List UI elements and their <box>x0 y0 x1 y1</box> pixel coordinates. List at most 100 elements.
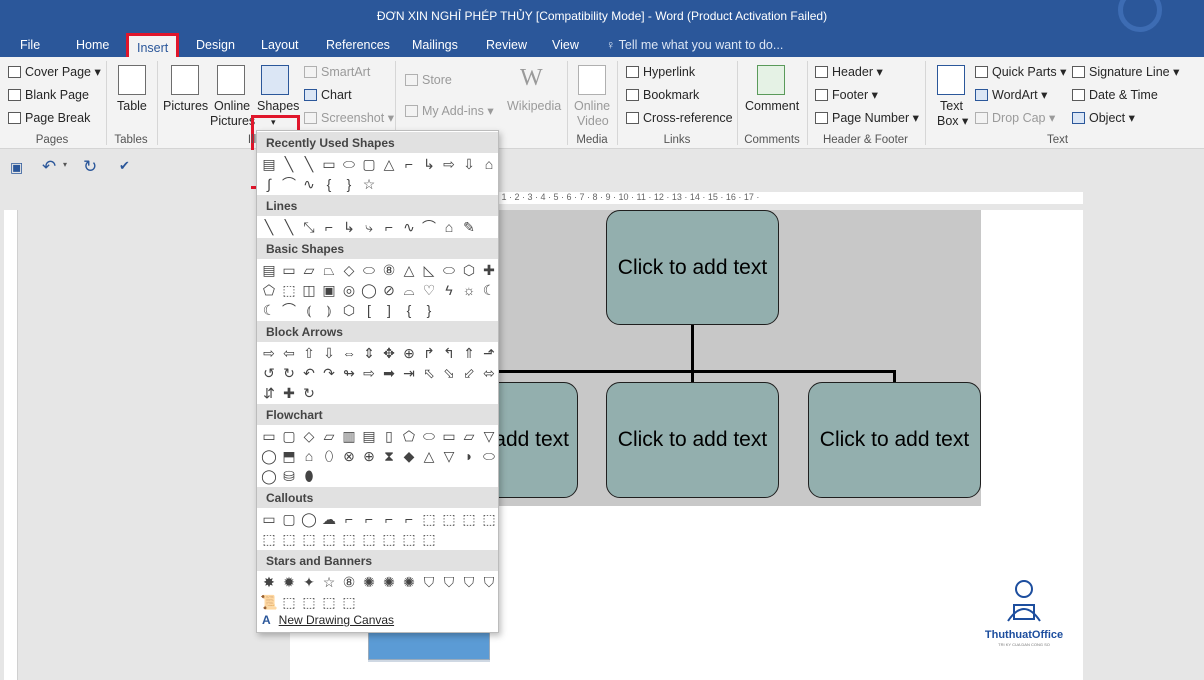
shape-icon[interactable]: ✺ <box>399 572 419 592</box>
shape-icon[interactable]: ⌐ <box>379 217 399 237</box>
shape-icon[interactable]: ⌐ <box>339 509 359 529</box>
shape-icon[interactable]: ↳ <box>339 217 359 237</box>
shape-icon[interactable]: ↳ <box>419 154 439 174</box>
shape-icon[interactable]: ⬡ <box>339 300 359 320</box>
shape-icon[interactable]: ◫ <box>299 280 319 300</box>
shape-icon[interactable]: { <box>399 300 419 320</box>
shape-icon[interactable]: ✦ <box>299 572 319 592</box>
shape-icon[interactable]: ◺ <box>419 260 439 280</box>
cross-reference-button[interactable]: Cross-reference <box>626 111 733 125</box>
shape-icon[interactable]: ▽ <box>439 446 459 466</box>
tab-design[interactable]: Design <box>196 38 235 52</box>
shape-icon[interactable]: 📜 <box>259 592 279 612</box>
shape-icon[interactable]: ⇧ <box>299 343 319 363</box>
shape-icon[interactable]: ⇵ <box>259 383 279 403</box>
redo-icon[interactable]: ↻ <box>83 157 97 177</box>
shape-icon[interactable]: ⬭ <box>479 446 499 466</box>
wikipedia-button[interactable]: Wikipedia <box>507 99 561 113</box>
footer-button[interactable]: Footer ▾ <box>815 88 878 102</box>
shape-icon[interactable]: △ <box>379 154 399 174</box>
shape-icon[interactable]: ↷ <box>319 363 339 383</box>
shape-icon[interactable]: ⬚ <box>259 529 279 549</box>
shape-icon[interactable]: } <box>419 300 439 320</box>
shape-icon[interactable]: ↬ <box>339 363 359 383</box>
shape-icon[interactable]: ✚ <box>279 383 299 403</box>
shape-icon[interactable]: ⬚ <box>279 529 299 549</box>
shape-icon[interactable]: ⬚ <box>339 529 359 549</box>
shape-icon[interactable]: [ <box>359 300 379 320</box>
shape-icon[interactable]: ▽ <box>479 426 499 446</box>
pictures-button[interactable]: Pictures <box>163 99 208 113</box>
shape-icon[interactable]: ◗ <box>459 446 479 466</box>
shape-icon[interactable]: ⇩ <box>459 154 479 174</box>
shape-icon[interactable]: ⌐ <box>399 154 419 174</box>
shape-icon[interactable]: ✺ <box>359 572 379 592</box>
smartart-button[interactable]: SmartArt <box>304 65 370 79</box>
shape-icon[interactable]: ⬏ <box>479 343 499 363</box>
shape-icon[interactable]: △ <box>419 446 439 466</box>
shape-icon[interactable]: ⧗ <box>379 446 399 466</box>
shape-icon[interactable]: ▤ <box>259 260 279 280</box>
shape-icon[interactable]: ⦆ <box>319 300 339 320</box>
shape-icon[interactable]: ▭ <box>259 509 279 529</box>
shape-icon[interactable]: ⛉ <box>439 572 459 592</box>
hyperlink-button[interactable]: Hyperlink <box>626 65 695 79</box>
shape-icon[interactable]: ▣ <box>319 280 339 300</box>
shape-icon[interactable]: ⬚ <box>339 592 359 612</box>
tab-layout[interactable]: Layout <box>261 38 299 52</box>
shape-icon[interactable]: ⇕ <box>359 343 379 363</box>
drop-cap-button[interactable]: Drop Cap ▾ <box>975 111 1055 125</box>
shape-icon[interactable]: ⬚ <box>399 529 419 549</box>
shape-icon[interactable]: ⬡ <box>459 260 479 280</box>
shape-icon[interactable]: ⬠ <box>259 280 279 300</box>
shape-icon[interactable]: ⬚ <box>479 509 499 529</box>
shape-icon[interactable]: ⛁ <box>279 466 299 486</box>
shape-icon[interactable]: ⌂ <box>299 446 319 466</box>
shape-icon[interactable]: ⬚ <box>439 509 459 529</box>
shape-icon[interactable]: ◇ <box>339 260 359 280</box>
shape-icon[interactable]: { <box>319 174 339 194</box>
tab-file[interactable]: File <box>20 38 40 52</box>
shape-icon[interactable]: ↱ <box>419 343 439 363</box>
shape-icon[interactable]: ⑧ <box>379 260 399 280</box>
shape-icon[interactable]: ▭ <box>279 260 299 280</box>
shape-icon[interactable]: ➡ <box>379 363 399 383</box>
shapes-button[interactable]: Shapes <box>257 99 299 113</box>
comment-button[interactable]: Comment <box>745 99 799 113</box>
shape-icon[interactable]: ◎ <box>339 280 359 300</box>
shape-icon[interactable]: ⇥ <box>399 363 419 383</box>
shape-icon[interactable]: ◯ <box>259 466 279 486</box>
shape-icon[interactable]: ✚ <box>479 260 499 280</box>
shape-icon[interactable]: ☁ <box>319 509 339 529</box>
shape-icon[interactable]: ⬭ <box>359 260 379 280</box>
online-video-line2[interactable]: Video <box>577 114 609 128</box>
shape-icon[interactable]: ⌐ <box>319 217 339 237</box>
shape-icon[interactable]: ╲ <box>279 154 299 174</box>
shape-icon[interactable]: ⌓ <box>399 280 419 300</box>
shape-icon[interactable]: ⊕ <box>399 343 419 363</box>
tab-review[interactable]: Review <box>486 38 527 52</box>
shape-icon[interactable]: ⇨ <box>259 343 279 363</box>
tell-me-box[interactable]: ♀ Tell me what you want to do... <box>606 38 783 52</box>
wordart-button[interactable]: WordArt ▾ <box>975 88 1047 102</box>
shape-icon[interactable]: ⌐ <box>399 509 419 529</box>
shape-icon[interactable]: ⏢ <box>319 260 339 280</box>
shape-icon[interactable]: ∿ <box>299 174 319 194</box>
shape-icon[interactable]: ⬚ <box>419 529 439 549</box>
header-button[interactable]: Header ▾ <box>815 65 883 79</box>
shape-icon[interactable]: ↻ <box>279 363 299 383</box>
shape-icon[interactable]: ⌐ <box>379 509 399 529</box>
shape-icon[interactable]: ⬠ <box>399 426 419 446</box>
shape-icon[interactable]: ▢ <box>279 426 299 446</box>
shape-icon[interactable]: ▭ <box>259 426 279 446</box>
shape-icon[interactable]: ▤ <box>359 426 379 446</box>
shape-icon[interactable]: ⬚ <box>419 509 439 529</box>
screenshot-button[interactable]: Screenshot ▾ <box>304 111 394 125</box>
shape-icon[interactable]: ⬭ <box>439 260 459 280</box>
shape-icon[interactable]: ∫ <box>259 174 279 194</box>
shape-icon[interactable]: ⊕ <box>359 446 379 466</box>
shape-icon[interactable]: ⬭ <box>419 426 439 446</box>
bookmark-button[interactable]: Bookmark <box>626 88 699 102</box>
shape-icon[interactable]: ◯ <box>259 446 279 466</box>
shape-icon[interactable]: ⦅ <box>299 300 319 320</box>
